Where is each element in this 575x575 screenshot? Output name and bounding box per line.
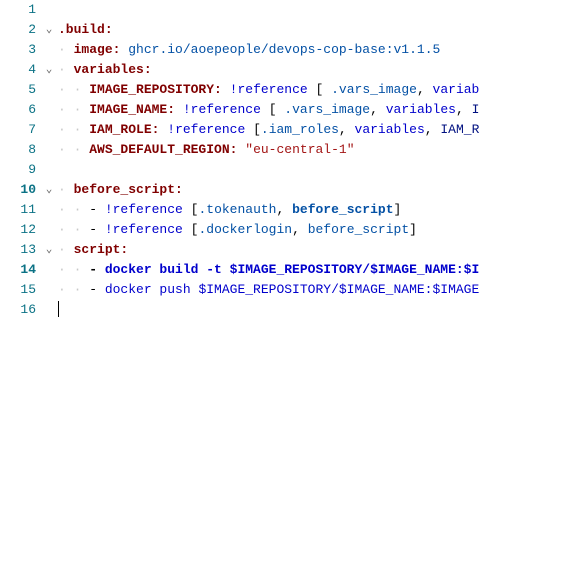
- yaml-key: IMAGE_REPOSITORY: [89, 82, 214, 97]
- line-number: 3: [0, 40, 36, 60]
- code-line[interactable]: · · - !reference [.dockerlogin, before_s…: [58, 220, 575, 240]
- shell-cmd: docker push $IMAGE_REPOSITORY/$IMAGE_NAM…: [105, 282, 479, 297]
- yaml-word: variab: [433, 82, 480, 97]
- yaml-word: variables: [355, 122, 425, 137]
- line-number: 4: [0, 60, 36, 80]
- yaml-key: AWS_DEFAULT_REGION: [89, 142, 229, 157]
- fold-toggle[interactable]: ⌄: [40, 60, 58, 80]
- yaml-key: .build: [58, 22, 105, 37]
- line-number: 1: [0, 0, 36, 20]
- code-line[interactable]: [58, 300, 575, 320]
- line-number: 14: [0, 260, 36, 280]
- yaml-ref: .tokenauth: [198, 202, 276, 217]
- yaml-ref: .iam_roles: [261, 122, 339, 137]
- yaml-tag: !reference: [230, 82, 308, 97]
- line-number: 10: [0, 180, 36, 200]
- fold-toggle[interactable]: ⌄: [40, 20, 58, 40]
- yaml-key: image: [74, 42, 113, 57]
- yaml-tail: I: [472, 102, 480, 117]
- code-line[interactable]: .build:: [58, 20, 575, 40]
- line-number: 8: [0, 140, 36, 160]
- fold-toggle[interactable]: ⌄: [40, 240, 58, 260]
- line-number-gutter: 1 2 3 4 5 6 7 8 9 10 11 12 13 14 15 16: [0, 0, 40, 320]
- code-line[interactable]: · · AWS_DEFAULT_REGION: "eu-central-1": [58, 140, 575, 160]
- yaml-tag: !reference: [167, 122, 245, 137]
- line-number: 11: [0, 200, 36, 220]
- yaml-tag: !reference: [105, 202, 183, 217]
- yaml-word: before_script: [308, 222, 409, 237]
- code-line[interactable]: [58, 0, 575, 20]
- fold-toggle[interactable]: ⌄: [40, 180, 58, 200]
- line-number: 15: [0, 280, 36, 300]
- code-line[interactable]: · · - !reference [.tokenauth, before_scr…: [58, 200, 575, 220]
- line-number: 6: [0, 100, 36, 120]
- line-number: 7: [0, 120, 36, 140]
- yaml-ref: .vars_image: [284, 102, 370, 117]
- code-line[interactable]: · · IMAGE_NAME: !reference [ .vars_image…: [58, 100, 575, 120]
- yaml-string: "eu-central-1": [245, 142, 354, 157]
- line-number: 13: [0, 240, 36, 260]
- code-line[interactable]: · image: ghcr.io/aoepeople/devops-cop-ba…: [58, 40, 575, 60]
- line-number: 9: [0, 160, 36, 180]
- code-line[interactable]: · before_script:: [58, 180, 575, 200]
- line-number: 16: [0, 300, 36, 320]
- code-line[interactable]: [58, 160, 575, 180]
- yaml-word: variables: [386, 102, 456, 117]
- code-line[interactable]: · · IMAGE_REPOSITORY: !reference [ .vars…: [58, 80, 575, 100]
- yaml-key: IAM_ROLE: [89, 122, 151, 137]
- yaml-tail: IAM_R: [440, 122, 479, 137]
- line-number: 12: [0, 220, 36, 240]
- yaml-tag: !reference: [105, 222, 183, 237]
- code-line[interactable]: · script:: [58, 240, 575, 260]
- yaml-key: IMAGE_NAME: [89, 102, 167, 117]
- code-area[interactable]: .build: · image: ghcr.io/aoepeople/devop…: [58, 0, 575, 320]
- yaml-word: before_script: [292, 202, 393, 217]
- fold-gutter: ⌄ ⌄ ⌄ ⌄: [40, 0, 58, 320]
- line-number: 2: [0, 20, 36, 40]
- yaml-tag: !reference: [183, 102, 261, 117]
- text-cursor: [58, 301, 59, 317]
- yaml-key: script: [74, 242, 121, 257]
- yaml-value: ghcr.io/aoepeople/devops-cop-base:v1.1.5: [128, 42, 440, 57]
- yaml-key: variables: [74, 62, 144, 77]
- code-editor[interactable]: 1 2 3 4 5 6 7 8 9 10 11 12 13 14 15 16 ⌄…: [0, 0, 575, 320]
- code-line[interactable]: · · - docker build -t $IMAGE_REPOSITORY/…: [58, 260, 575, 280]
- code-line[interactable]: · · IAM_ROLE: !reference [.iam_roles, va…: [58, 120, 575, 140]
- code-line[interactable]: · · - docker push $IMAGE_REPOSITORY/$IMA…: [58, 280, 575, 300]
- yaml-ref: .vars_image: [331, 82, 417, 97]
- code-line[interactable]: · variables:: [58, 60, 575, 80]
- yaml-ref: .dockerlogin: [198, 222, 292, 237]
- yaml-key: before_script: [74, 182, 175, 197]
- line-number: 5: [0, 80, 36, 100]
- shell-cmd: docker build -t $IMAGE_REPOSITORY/$IMAGE…: [105, 262, 479, 277]
